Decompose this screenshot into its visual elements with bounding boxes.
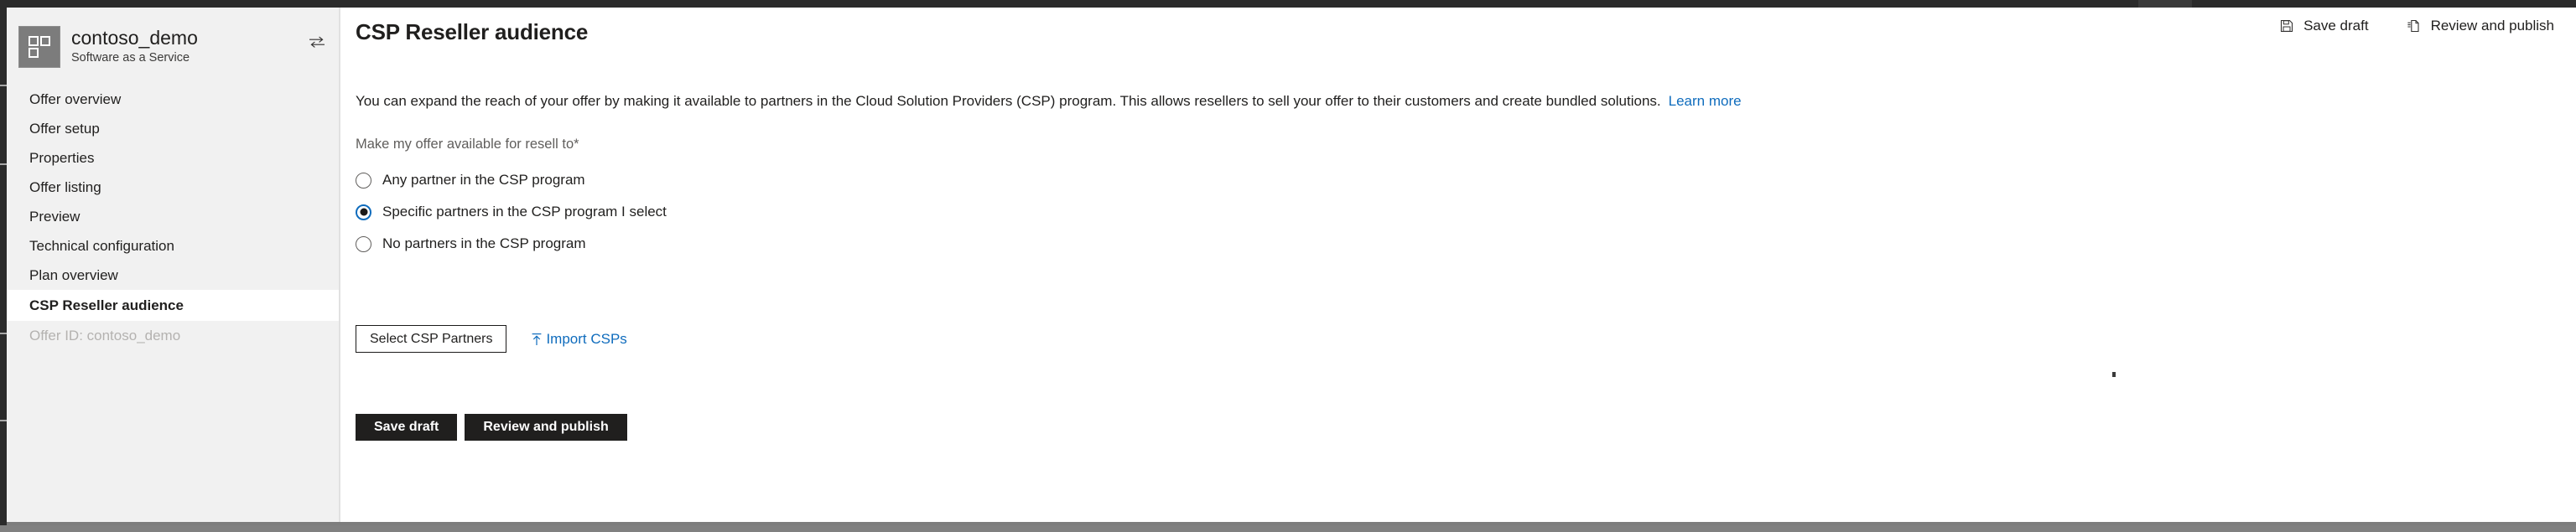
edge-tick: [0, 420, 7, 421]
save-floppy-icon: [2278, 18, 2294, 34]
sidebar-item-offer-id: Offer ID: contoso_demo: [7, 321, 339, 350]
edge-tick: [0, 163, 7, 165]
sidebar-item-label: Plan overview: [29, 266, 118, 283]
sidebar-item-label: Offer setup: [29, 120, 100, 137]
sidebar-item-preview[interactable]: Preview: [7, 202, 339, 231]
sidebar-item-label: Offer ID: contoso_demo: [29, 327, 181, 343]
resell-field-label: Make my offer available for resell to*: [356, 137, 579, 152]
resell-radio-group: Any partner in the CSP program Specific …: [356, 169, 667, 265]
sidebar-item-label: CSP Reseller audience: [29, 297, 184, 313]
save-draft-button[interactable]: Save draft: [356, 414, 458, 441]
select-csp-partners-button[interactable]: Select CSP Partners: [356, 325, 507, 353]
sidebar-item-label: Offer listing: [29, 178, 101, 195]
tiles-grid-icon: [18, 26, 60, 68]
review-and-publish-button[interactable]: Review and publish: [465, 414, 627, 441]
review-and-publish-command-label: Review and publish: [2430, 18, 2554, 34]
learn-more-link[interactable]: Learn more: [1669, 93, 1742, 109]
publish-document-icon: [2406, 18, 2422, 34]
window-titlebar: [0, 0, 2576, 8]
import-csps-label: Import CSPs: [546, 330, 627, 347]
radio-option-no-partners[interactable]: No partners in the CSP program: [356, 233, 667, 255]
sidebar-item-offer-setup[interactable]: Offer setup: [7, 114, 339, 143]
radio-circle-icon: [356, 172, 371, 189]
browser-tab-segment[interactable]: [2138, 0, 2192, 8]
upload-arrow-icon: [530, 332, 543, 346]
radio-option-label: No partners in the CSP program: [382, 235, 586, 251]
offer-type: Software as a Service: [71, 51, 190, 65]
app-root: contoso_demo Software as a Service Offer…: [0, 0, 2576, 532]
sidebar-item-plan-overview[interactable]: Plan overview: [7, 261, 339, 290]
sidebar-item-label: Technical configuration: [29, 237, 174, 254]
radio-option-specific-partners[interactable]: Specific partners in the CSP program I s…: [356, 201, 667, 223]
sidebar-item-technical-configuration[interactable]: Technical configuration: [7, 231, 339, 261]
text-cursor-artifact: [2112, 372, 2116, 377]
partner-actions-row: Select CSP Partners Import CSPs: [356, 325, 627, 353]
sidebar-item-label: Properties: [29, 149, 95, 166]
horizontal-scrollbar[interactable]: [0, 525, 2576, 532]
radio-circle-selected-icon: [356, 204, 371, 220]
edge-tick: [0, 85, 7, 86]
sidebar-nav: Offer overview Offer setup Properties Of…: [7, 85, 339, 350]
page-title: CSP Reseller audience: [356, 19, 589, 44]
page-description: You can expand the reach of your offer b…: [356, 92, 1742, 111]
sidebar-item-offer-overview[interactable]: Offer overview: [7, 85, 339, 114]
radio-option-label: Any partner in the CSP program: [382, 172, 585, 188]
offer-name: contoso_demo: [71, 27, 198, 49]
sidebar: contoso_demo Software as a Service Offer…: [7, 8, 340, 522]
sidebar-item-properties[interactable]: Properties: [7, 143, 339, 173]
command-bar: Save draft Review and publish: [2273, 14, 2559, 38]
edge-tick: [0, 333, 7, 334]
window-left-edge: [0, 8, 7, 525]
swap-offer-icon[interactable]: [309, 36, 325, 48]
save-draft-command-label: Save draft: [2303, 18, 2369, 34]
sidebar-item-csp-reseller-audience[interactable]: CSP Reseller audience: [7, 290, 339, 321]
offer-header: contoso_demo Software as a Service: [7, 8, 339, 68]
sidebar-item-label: Preview: [29, 208, 80, 225]
radio-circle-icon: [356, 235, 371, 252]
sidebar-item-label: Offer overview: [29, 90, 122, 107]
footer-actions: Save draft Review and publish: [356, 414, 627, 441]
radio-option-any-partner[interactable]: Any partner in the CSP program: [356, 169, 667, 191]
page-description-text: You can expand the reach of your offer b…: [356, 93, 1661, 109]
sidebar-item-offer-listing[interactable]: Offer listing: [7, 173, 339, 202]
main-content: Save draft Review and publish CSP Resell…: [342, 8, 2576, 522]
review-and-publish-command-button[interactable]: Review and publish: [2401, 14, 2559, 38]
radio-option-label: Specific partners in the CSP program I s…: [382, 204, 667, 220]
import-csps-link[interactable]: Import CSPs: [530, 330, 627, 348]
save-draft-command-button[interactable]: Save draft: [2273, 14, 2374, 38]
